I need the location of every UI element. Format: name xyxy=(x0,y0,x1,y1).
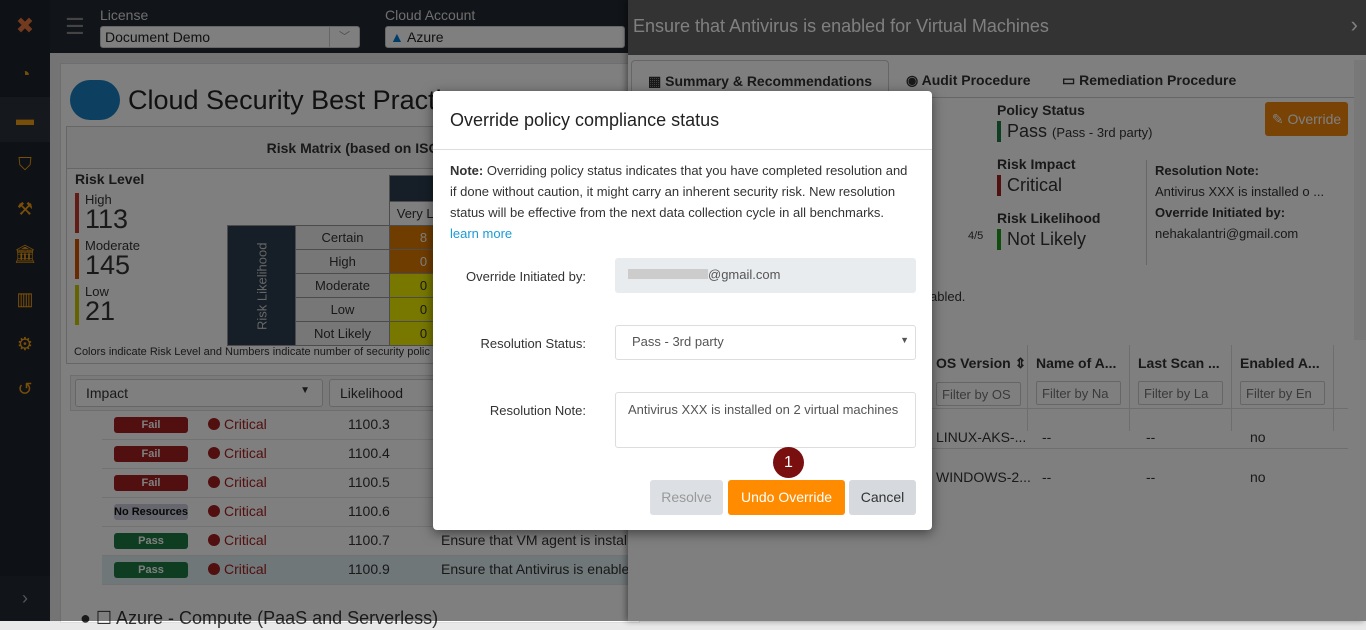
redacted-text xyxy=(628,269,708,279)
initiated-value: @gmail.com xyxy=(708,267,781,282)
learn-more-link[interactable]: learn more xyxy=(450,226,512,241)
undo-override-button[interactable]: Undo Override xyxy=(728,480,845,515)
note-label: Note: xyxy=(450,163,484,178)
cancel-button[interactable]: Cancel xyxy=(849,480,916,515)
resolve-button[interactable]: Resolve xyxy=(650,480,723,515)
initiated-field: @gmail.com xyxy=(615,258,916,293)
override-modal: Override policy compliance status Note: … xyxy=(433,91,932,530)
initiated-label: Override Initiated by: xyxy=(466,269,586,284)
step-marker: 1 xyxy=(773,447,804,478)
status-label: Resolution Status: xyxy=(480,336,586,351)
modal-title: Override policy compliance status xyxy=(433,91,932,150)
modal-note: Note: Overriding policy status indicates… xyxy=(433,150,932,254)
note-field-label: Resolution Note: xyxy=(489,403,586,418)
caret-down-icon: ▼ xyxy=(900,335,909,345)
resolution-status-select[interactable]: Pass - 3rd party ▼ xyxy=(615,325,916,360)
status-value: Pass - 3rd party xyxy=(632,334,724,349)
resolution-note-textarea[interactable]: Antivirus XXX is installed on 2 virtual … xyxy=(615,392,916,448)
note-text: Overriding policy status indicates that … xyxy=(450,163,908,220)
